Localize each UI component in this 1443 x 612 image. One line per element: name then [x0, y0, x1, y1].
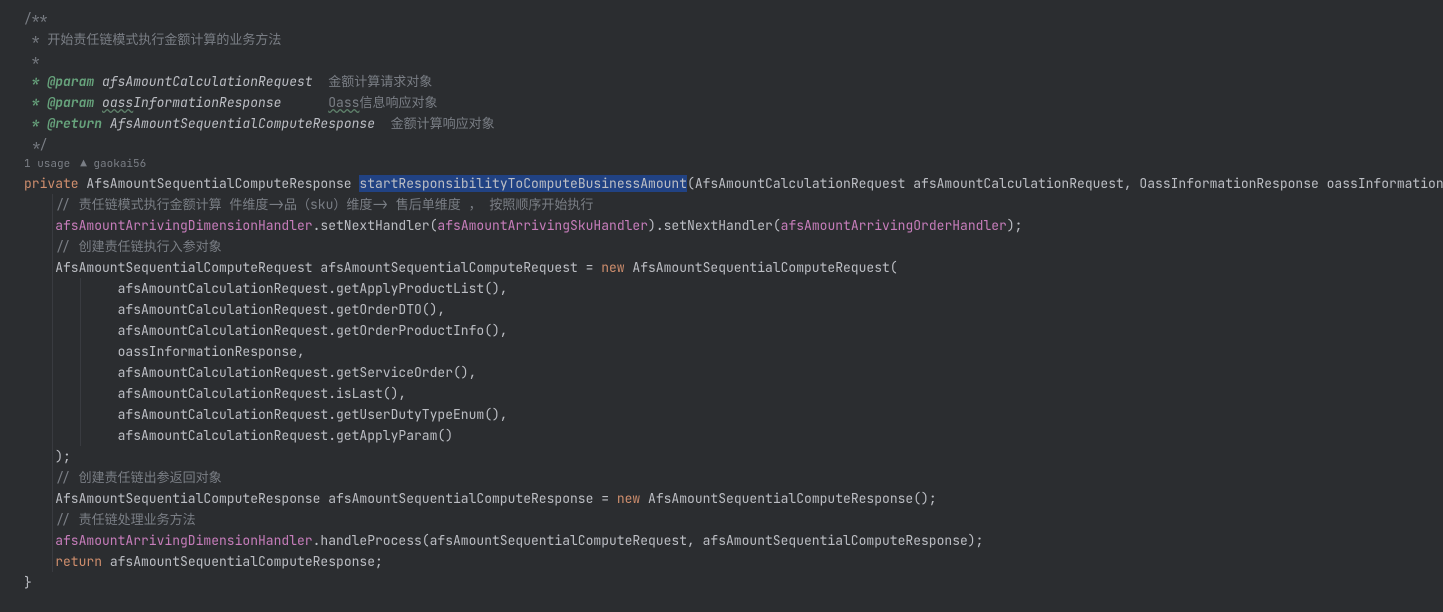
method-signature: private AfsAmountSequentialComputeRespon…: [24, 173, 1443, 194]
ctor-arg5: afsAmountCalculationRequest.getServiceOr…: [24, 362, 1443, 383]
comment-handle: // 责任链处理业务方法: [24, 509, 1443, 530]
javadoc-param1: * @param afsAmountCalculationRequest 金额计…: [24, 71, 1443, 92]
handle-process-call: afsAmountArrivingDimensionHandler.handle…: [24, 530, 1443, 551]
comment-output-obj: // 创建责任链出参返回对象: [24, 467, 1443, 488]
ctor-arg2: afsAmountCalculationRequest.getOrderDTO(…: [24, 299, 1443, 320]
javadoc-blank: *: [24, 50, 1443, 71]
author-icon: ▲: [80, 157, 87, 171]
method-body: // 责任链模式执行金额计算 件维度->品（sku）维度-> 售后单维度 ， 按…: [24, 194, 1443, 572]
usage-count[interactable]: 1 usage: [24, 154, 70, 175]
request-decl: AfsAmountSequentialComputeRequest afsAmo…: [24, 257, 1443, 278]
ctor-arg7: afsAmountCalculationRequest.getUserDutyT…: [24, 404, 1443, 425]
return-statement: return afsAmountSequentialComputeRespons…: [24, 551, 1443, 572]
code-editor[interactable]: /** * 开始责任链模式执行金额计算的业务方法 * * @param afsA…: [0, 0, 1443, 601]
javadoc-close: */: [24, 134, 1443, 155]
method-close-brace: }: [24, 572, 1443, 593]
ctor-arg4: oassInformationResponse,: [24, 341, 1443, 362]
javadoc-open: /**: [24, 8, 1443, 29]
method-name-highlighted: startResponsibilityToComputeBusinessAmou…: [359, 175, 687, 192]
comment-chain-order: // 责任链模式执行金额计算 件维度->品（sku）维度-> 售后单维度 ， 按…: [24, 194, 1443, 215]
ctor-arg1: afsAmountCalculationRequest.getApplyProd…: [24, 278, 1443, 299]
author-info[interactable]: ▲ gaokai56: [80, 154, 146, 175]
ctor-arg6: afsAmountCalculationRequest.isLast(),: [24, 383, 1443, 404]
code-meta: 1 usage ▲ gaokai56: [24, 155, 1443, 173]
ctor-arg8: afsAmountCalculationRequest.getApplyPara…: [24, 425, 1443, 446]
chain-setup: afsAmountArrivingDimensionHandler.setNex…: [24, 215, 1443, 236]
javadoc-param2: * @param oassInformationResponse Oass信息响…: [24, 92, 1443, 113]
response-decl: AfsAmountSequentialComputeResponse afsAm…: [24, 488, 1443, 509]
javadoc-return: * @return AfsAmountSequentialComputeResp…: [24, 113, 1443, 134]
comment-input-obj: // 创建责任链执行入参对象: [24, 236, 1443, 257]
ctor-close: );: [24, 446, 1443, 467]
javadoc-desc: * 开始责任链模式执行金额计算的业务方法: [24, 29, 1443, 50]
ctor-arg3: afsAmountCalculationRequest.getOrderProd…: [24, 320, 1443, 341]
